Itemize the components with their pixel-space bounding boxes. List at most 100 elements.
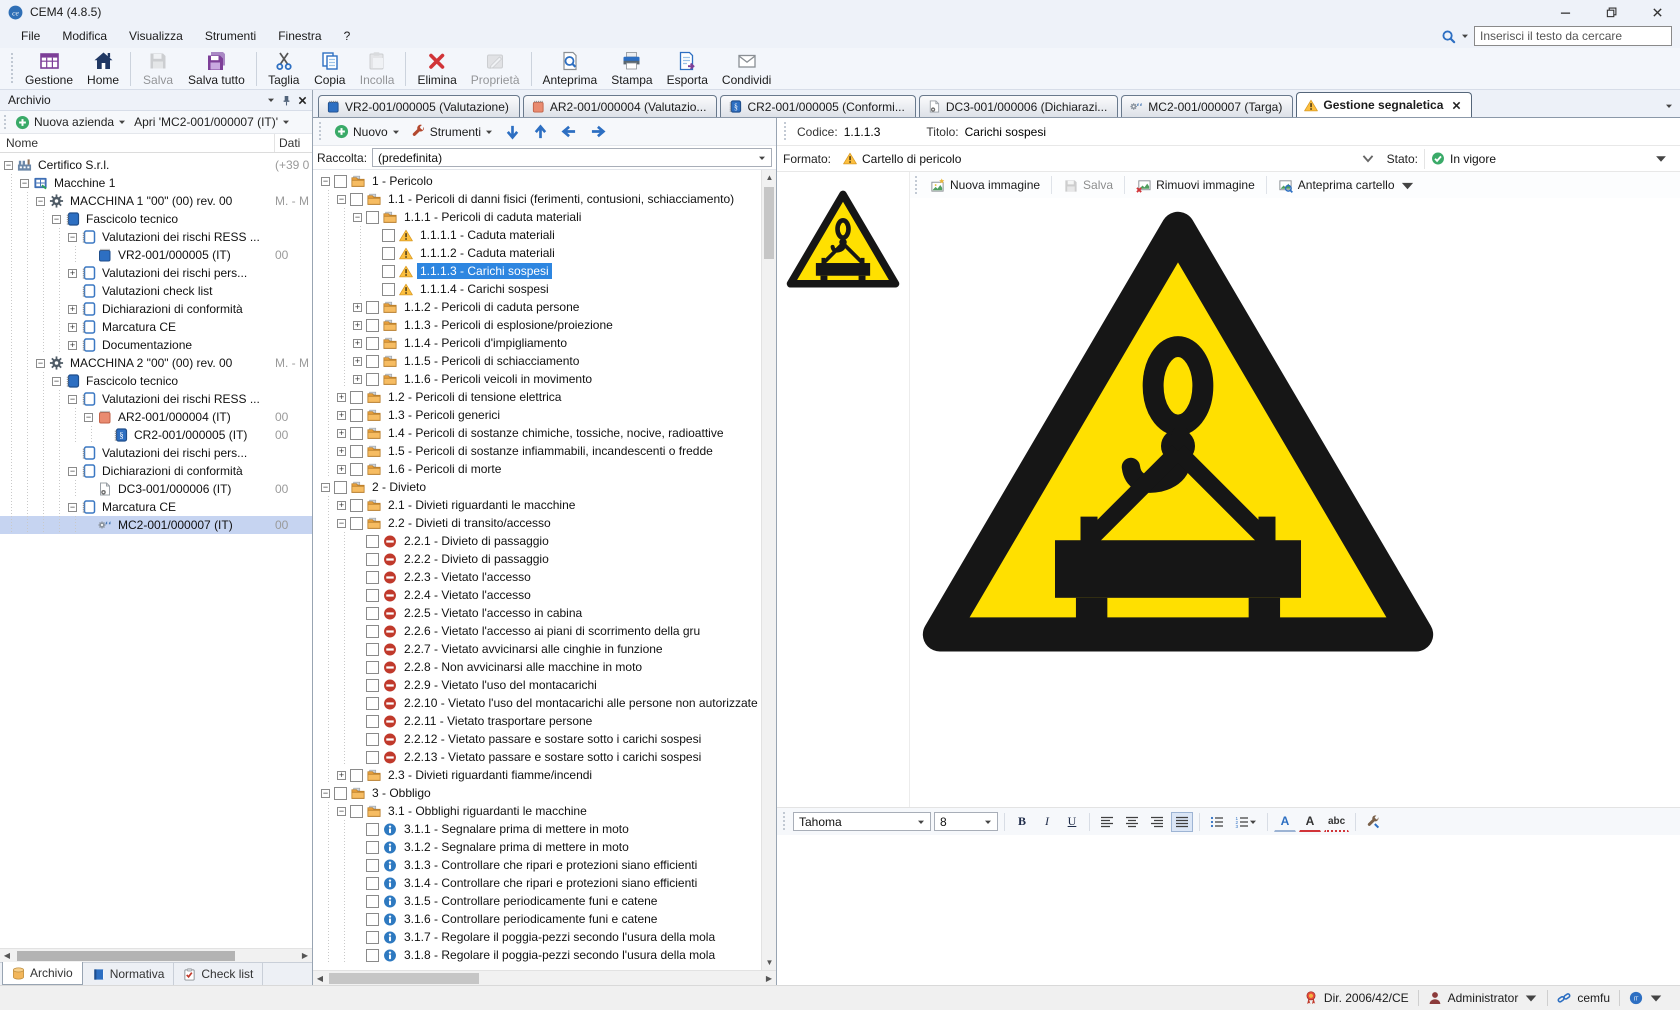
archive-item-ar2-001-000004-it[interactable]: −AR2-001/000004 (IT)00 [0, 408, 312, 426]
sign-checkbox[interactable] [350, 427, 363, 440]
collapse-expander-icon[interactable]: − [4, 161, 13, 170]
menu-finestra[interactable]: Finestra [267, 26, 332, 46]
sign-item-1-1-5-pericoli-di-schiacciamento[interactable]: +1.1.5 - Pericoli di schiacciamento [313, 352, 761, 370]
underline-button[interactable]: U [1061, 812, 1083, 832]
sign-item-3-1-3-controllare-che-ripari-e-protezioni-[interactable]: 3.1.3 - Controllare che ripari e protezi… [313, 856, 761, 874]
sign-item-1-6-pericoli-di-morte[interactable]: +1.6 - Pericoli di morte [313, 460, 761, 478]
expand-expander-icon[interactable]: + [337, 411, 346, 420]
font-family-select[interactable]: Tahoma [793, 812, 931, 831]
sign-item-2-2-2-divieto-di-passaggio[interactable]: 2.2.2 - Divieto di passaggio [313, 550, 761, 568]
search-input[interactable] [1474, 26, 1672, 46]
expand-expander-icon[interactable]: + [353, 357, 362, 366]
align-justify-button[interactable] [1171, 812, 1193, 832]
archive-item-macchine-1[interactable]: −Macchine 1 [0, 174, 312, 192]
sign-item-1-1-1-4-carichi-sospesi[interactable]: 1.1.1.4 - Carichi sospesi [313, 280, 761, 298]
panel-tab-normativa[interactable]: Normativa [83, 963, 175, 985]
scroll-left-icon[interactable]: ◀ [313, 971, 327, 985]
archive-item-marcatura-ce[interactable]: +Marcatura CE [0, 318, 312, 336]
sign-item-1-1-1-2-caduta-materiali[interactable]: 1.1.1.2 - Caduta materiali [313, 244, 761, 262]
expand-expander-icon[interactable]: + [353, 375, 362, 384]
sign-item-3-1-4-controllare-che-ripari-e-protezioni-[interactable]: 3.1.4 - Controllare che ripari e protezi… [313, 874, 761, 892]
column-header-dati[interactable]: Dati [275, 134, 312, 152]
toolbar-condividi[interactable]: Condividi [715, 49, 778, 88]
sign-thumbnail[interactable] [785, 188, 901, 292]
italic-button[interactable]: I [1036, 812, 1058, 832]
scroll-right-icon[interactable]: ▶ [298, 949, 312, 963]
archive-item-dichiarazioni-di-conformit[interactable]: −Dichiarazioni di conformità [0, 462, 312, 480]
sign-checkbox[interactable] [366, 355, 379, 368]
expand-expander-icon[interactable]: + [68, 269, 77, 278]
raccolta-select[interactable]: (predefinita) [372, 148, 772, 167]
new-company-caret-icon[interactable] [118, 118, 126, 126]
sign-item-1-1-1-3-carichi-sospesi[interactable]: 1.1.1.3 - Carichi sospesi [313, 262, 761, 280]
archive-item-valutazioni-dei-rischi-pers[interactable]: Valutazioni dei rischi pers... [0, 444, 312, 462]
sign-checkbox[interactable] [366, 661, 379, 674]
collapse-expander-icon[interactable]: − [84, 413, 93, 422]
sign-checkbox[interactable] [350, 769, 363, 782]
highlight-color-button[interactable]: A [1299, 812, 1321, 832]
sign-item-1-pericolo[interactable]: −1 - Pericolo [313, 172, 761, 190]
sign-checkbox[interactable] [366, 859, 379, 872]
toolbar-esporta[interactable]: Esporta [660, 49, 715, 88]
expand-expander-icon[interactable]: + [68, 305, 77, 314]
archive-item-valutazioni-dei-rischi-pers[interactable]: +Valutazioni dei rischi pers... [0, 264, 312, 282]
tab-close-icon[interactable] [1452, 101, 1461, 110]
align-right-button[interactable] [1146, 812, 1168, 832]
sign-item-2-2-divieti-di-transito-accesso[interactable]: −2.2 - Divieti di transito/accesso [313, 514, 761, 532]
archive-item-fascicolo-tecnico[interactable]: −Fascicolo tecnico [0, 210, 312, 228]
numbered-list-button[interactable]: 123 [1231, 812, 1261, 832]
sign-item-2-2-11-vietato-trasportare-persone[interactable]: 2.2.11 - Vietato trasportare persone [313, 712, 761, 730]
move-left-button[interactable] [557, 123, 581, 140]
sign-item-2-2-3-vietato-l-accesso[interactable]: 2.2.3 - Vietato l'accesso [313, 568, 761, 586]
toolbar-taglia[interactable]: Taglia [261, 49, 307, 88]
collapse-expander-icon[interactable]: − [52, 377, 61, 386]
anteprima-cartello-button[interactable]: Anteprima cartello [1273, 176, 1420, 195]
sign-item-2-2-5-vietato-l-accesso-in-cabina[interactable]: 2.2.5 - Vietato l'accesso in cabina [313, 604, 761, 622]
collapse-expander-icon[interactable]: − [36, 359, 45, 368]
align-center-button[interactable] [1121, 812, 1143, 832]
panel-tab-archivio[interactable]: Archivio [2, 962, 83, 985]
sign-item-2-2-4-vietato-l-accesso[interactable]: 2.2.4 - Vietato l'accesso [313, 586, 761, 604]
sign-checkbox[interactable] [366, 643, 379, 656]
archive-item-certifico-s-r-l[interactable]: −Certifico S.r.l.(+39 0 [0, 156, 312, 174]
move-up-button[interactable] [529, 123, 552, 141]
nuovo-button[interactable]: Nuovo [331, 122, 403, 141]
hscroll-thumb[interactable] [329, 973, 479, 984]
sign-checkbox[interactable] [350, 409, 363, 422]
sign-checkbox[interactable] [350, 517, 363, 530]
sign-checkbox[interactable] [366, 949, 379, 962]
sign-item-2-2-6-vietato-l-accesso-ai-piani-di-scorri[interactable]: 2.2.6 - Vietato l'accesso ai piani di sc… [313, 622, 761, 640]
sign-item-2-2-1-divieto-di-passaggio[interactable]: 2.2.1 - Divieto di passaggio [313, 532, 761, 550]
sign-item-2-2-8-non-avvicinarsi-alle-macchine-in-mot[interactable]: 2.2.8 - Non avvicinarsi alle macchine in… [313, 658, 761, 676]
vscroll-thumb[interactable] [764, 187, 774, 259]
sign-checkbox[interactable] [366, 913, 379, 926]
archive-item-documentazione[interactable]: +Documentazione [0, 336, 312, 354]
sign-item-1-5-pericoli-di-sostanze-infiammabili-inca[interactable]: +1.5 - Pericoli di sostanze infiammabili… [313, 442, 761, 460]
sign-checkbox[interactable] [350, 391, 363, 404]
scroll-right-icon[interactable]: ▶ [762, 971, 776, 985]
sign-checkbox[interactable] [366, 535, 379, 548]
sign-item-1-2-pericoli-di-tensione-elettrica[interactable]: +1.2 - Pericoli di tensione elettrica [313, 388, 761, 406]
font-color-button[interactable]: A [1274, 812, 1296, 832]
collapse-expander-icon[interactable]: − [68, 233, 77, 242]
archive-item-dichiarazioni-di-conformit[interactable]: +Dichiarazioni di conformità [0, 300, 312, 318]
toolbar-stampa[interactable]: Stampa [604, 49, 659, 88]
sign-checkbox[interactable] [366, 553, 379, 566]
close-button[interactable] [1634, 0, 1680, 24]
statusbar-directive[interactable]: Dir. 2006/42/CE [1295, 986, 1418, 1010]
sign-item-3-obbligo[interactable]: −3 - Obbligo [313, 784, 761, 802]
toolbar-home[interactable]: Home [80, 49, 126, 88]
sign-checkbox[interactable] [350, 499, 363, 512]
statusbar-user[interactable]: Administrator [1419, 986, 1548, 1010]
open-document-caret-icon[interactable] [282, 118, 290, 126]
sign-checkbox[interactable] [366, 319, 379, 332]
sign-item-1-1-3-pericoli-di-esplosione-proiezione[interactable]: +1.1.3 - Pericoli di esplosione/proiezio… [313, 316, 761, 334]
doc-tab-gestione-segnaletica[interactable]: Gestione segnaletica [1296, 92, 1472, 117]
sign-checkbox[interactable] [366, 571, 379, 584]
sign-checkbox[interactable] [366, 211, 379, 224]
panel-close-icon[interactable] [298, 96, 307, 105]
search-caret-icon[interactable] [1461, 32, 1469, 40]
statusbar-language[interactable]: IT [1620, 986, 1672, 1010]
pin-icon[interactable] [282, 95, 291, 106]
tab-list-caret-icon[interactable] [1665, 102, 1673, 110]
